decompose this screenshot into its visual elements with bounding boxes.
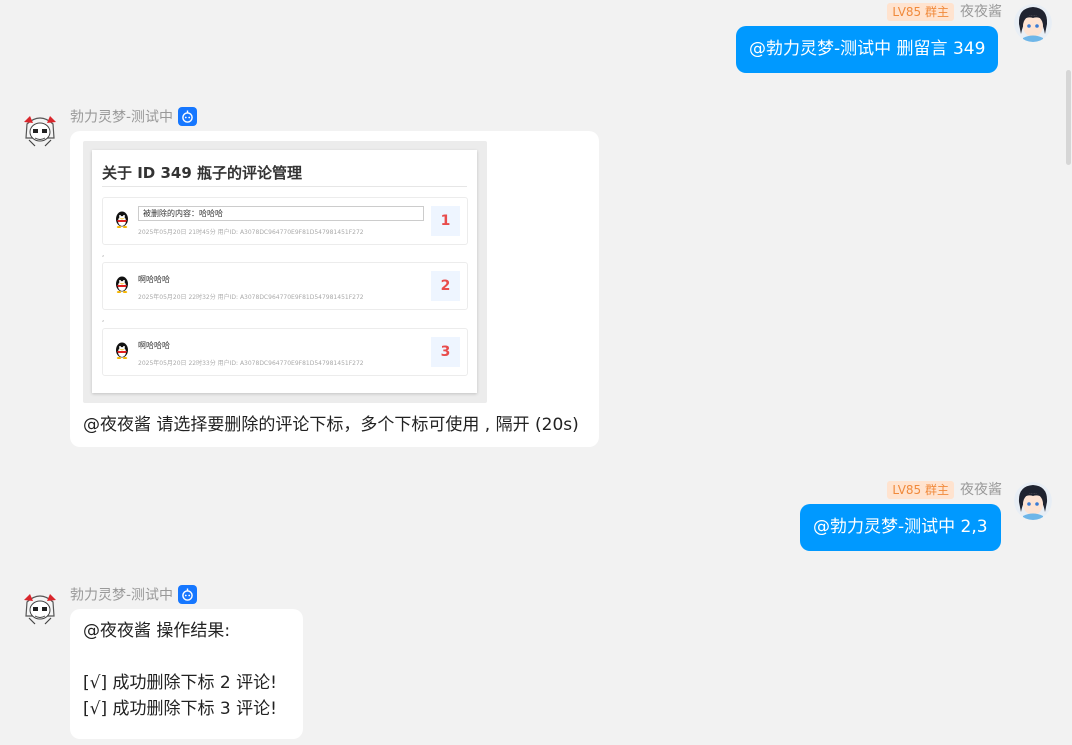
- result-line: [83, 644, 303, 670]
- result-line: [√] 成功删除下标 3 评论!: [83, 699, 277, 719]
- owner-badge: LV85 群主: [887, 481, 954, 499]
- bot-avatar[interactable]: [21, 110, 59, 148]
- owner-badge: LV85 群主: [887, 3, 954, 21]
- message-header: 勃力灵梦-测试中: [70, 585, 198, 605]
- comment-index: 2: [431, 271, 460, 301]
- separator-mark: ,: [102, 315, 105, 323]
- comment-meta: 2025年05月20日 22时33分 用户ID: A3078DC964770E9…: [138, 360, 364, 367]
- robot-icon: [178, 107, 198, 126]
- comment-text: 啊哈哈哈: [138, 275, 170, 284]
- sender-name[interactable]: 勃力灵梦-测试中: [70, 588, 173, 604]
- comment-item: 啊哈哈哈 2025年05月20日 22时33分 用户ID: A3078DC964…: [102, 328, 468, 376]
- message-header: LV85 群主 夜夜酱: [887, 3, 1002, 21]
- separator-mark: ,: [102, 250, 105, 258]
- message-bubble[interactable]: @勃力灵梦-测试中 2,3: [800, 504, 1001, 551]
- divider: [102, 186, 467, 187]
- comment-meta: 2025年05月20日 22时32分 用户ID: A3078DC964770E9…: [138, 294, 364, 301]
- qq-penguin-icon: [116, 342, 128, 359]
- message-bubble[interactable]: 关于 ID 349 瓶子的评论管理 被删除的内容：哈哈哈 2025年05月20日…: [70, 131, 599, 447]
- message-bubble[interactable]: @夜夜酱 操作结果: [√] 成功删除下标 2 评论! [√] 成功删除下标 3…: [70, 609, 303, 739]
- sender-name[interactable]: 夜夜酱: [960, 482, 1002, 498]
- comment-manage-image[interactable]: 关于 ID 349 瓶子的评论管理 被删除的内容：哈哈哈 2025年05月20日…: [83, 141, 487, 403]
- scrollbar-track[interactable]: [1064, 0, 1072, 745]
- message-header: LV85 群主 夜夜酱: [887, 481, 1002, 499]
- message-text: @夜夜酱 请选择要删除的评论下标，多个下标可使用 , 隔开 (20s): [83, 415, 579, 435]
- user-avatar[interactable]: [1014, 4, 1052, 42]
- sender-name[interactable]: 勃力灵梦-测试中: [70, 110, 173, 126]
- bot-avatar[interactable]: [21, 588, 59, 626]
- sender-name[interactable]: 夜夜酱: [960, 4, 1002, 20]
- qq-penguin-icon: [116, 211, 128, 228]
- qq-penguin-icon: [116, 276, 128, 293]
- comment-meta: 2025年05月20日 21时45分 用户ID: A3078DC964770E9…: [138, 229, 364, 236]
- comment-index: 1: [431, 206, 460, 236]
- comment-item: 被删除的内容：哈哈哈 2025年05月20日 21时45分 用户ID: A307…: [102, 197, 468, 245]
- user-avatar[interactable]: [1014, 482, 1052, 520]
- scrollbar-thumb[interactable]: [1066, 70, 1071, 165]
- result-line: [√] 成功删除下标 2 评论!: [83, 673, 277, 693]
- message-bubble[interactable]: @勃力灵梦-测试中 删留言 349: [736, 26, 999, 73]
- comment-index: 3: [431, 337, 460, 367]
- comment-text: 被删除的内容：哈哈哈: [138, 206, 424, 221]
- comment-text: 啊哈哈哈: [138, 341, 170, 350]
- comment-item: 啊哈哈哈 2025年05月20日 22时32分 用户ID: A3078DC964…: [102, 262, 468, 310]
- robot-icon: [178, 585, 198, 604]
- result-line: @夜夜酱 操作结果:: [83, 621, 231, 641]
- card-title: 关于 ID 349 瓶子的评论管理: [102, 164, 303, 182]
- comment-manage-card: 关于 ID 349 瓶子的评论管理 被删除的内容：哈哈哈 2025年05月20日…: [92, 150, 477, 393]
- message-header: 勃力灵梦-测试中: [70, 107, 198, 127]
